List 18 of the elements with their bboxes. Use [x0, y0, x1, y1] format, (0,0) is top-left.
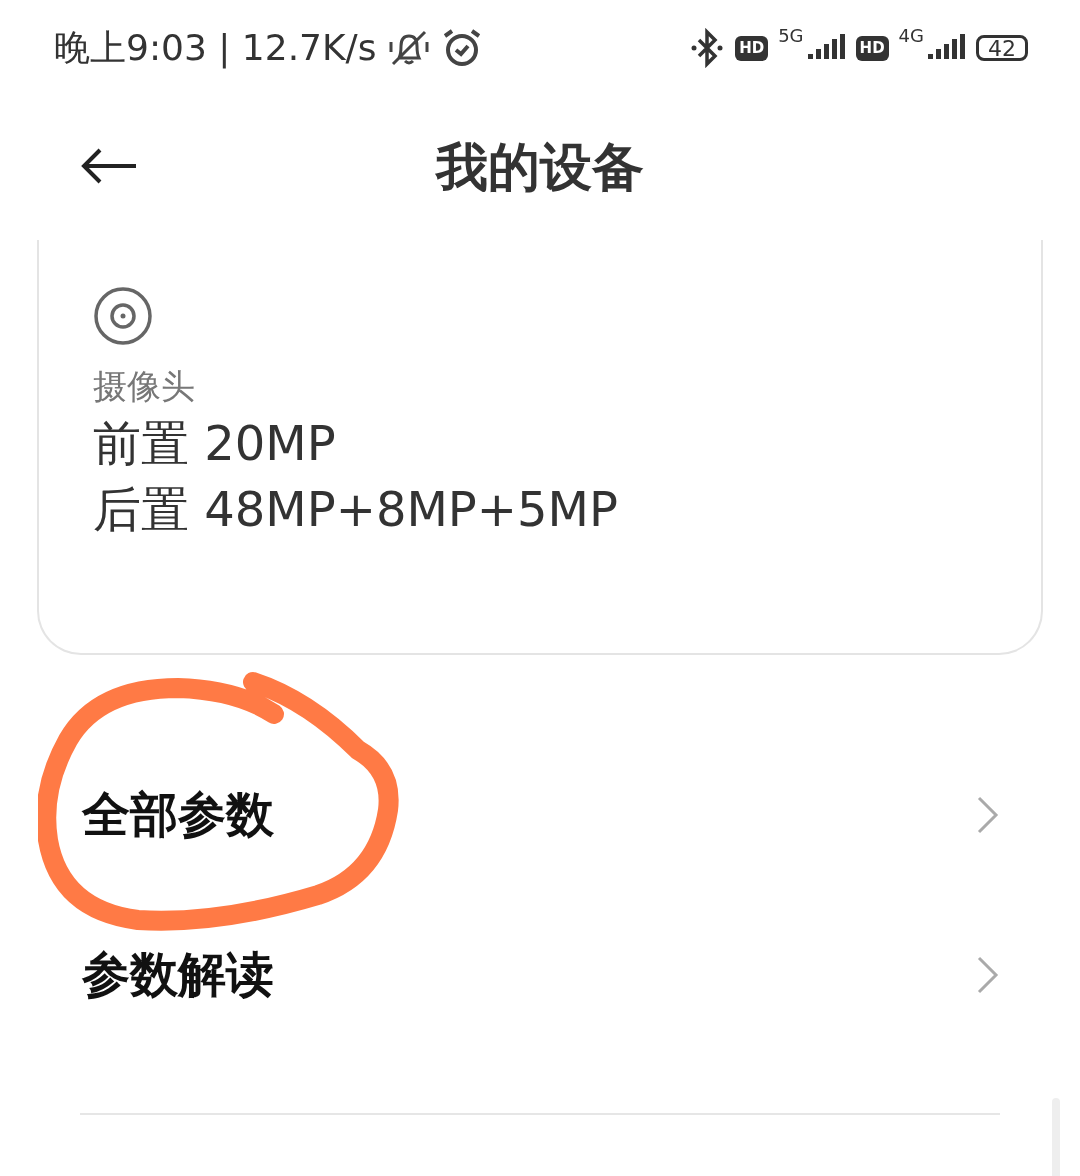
camera-lens-icon	[93, 286, 153, 346]
back-icon[interactable]	[80, 146, 138, 186]
menu-label: 参数解读	[82, 945, 275, 1004]
battery-indicator: 42	[976, 35, 1028, 61]
hd-badge: HD	[855, 35, 889, 61]
card-label: 摄像头	[93, 365, 196, 408]
camera-spec: 前置 20MP	[93, 414, 337, 473]
page-title: 我的设备	[436, 137, 644, 197]
menu-label: 全部参数	[82, 785, 275, 844]
camera-spec: 后置 48MP+8MP+5MP	[93, 480, 619, 539]
network-label: 5G	[778, 27, 804, 45]
menu-item[interactable]: 全部参数	[0, 735, 1080, 895]
hd-badge: HD	[735, 35, 769, 61]
chevron-icon	[976, 955, 1000, 995]
network-label: 4G	[898, 27, 924, 45]
status-time: 晚上9:03 | 12.7K/s	[54, 25, 377, 71]
menu-item[interactable]: 参数解读	[0, 895, 1080, 1055]
chevron-icon	[976, 795, 1000, 835]
